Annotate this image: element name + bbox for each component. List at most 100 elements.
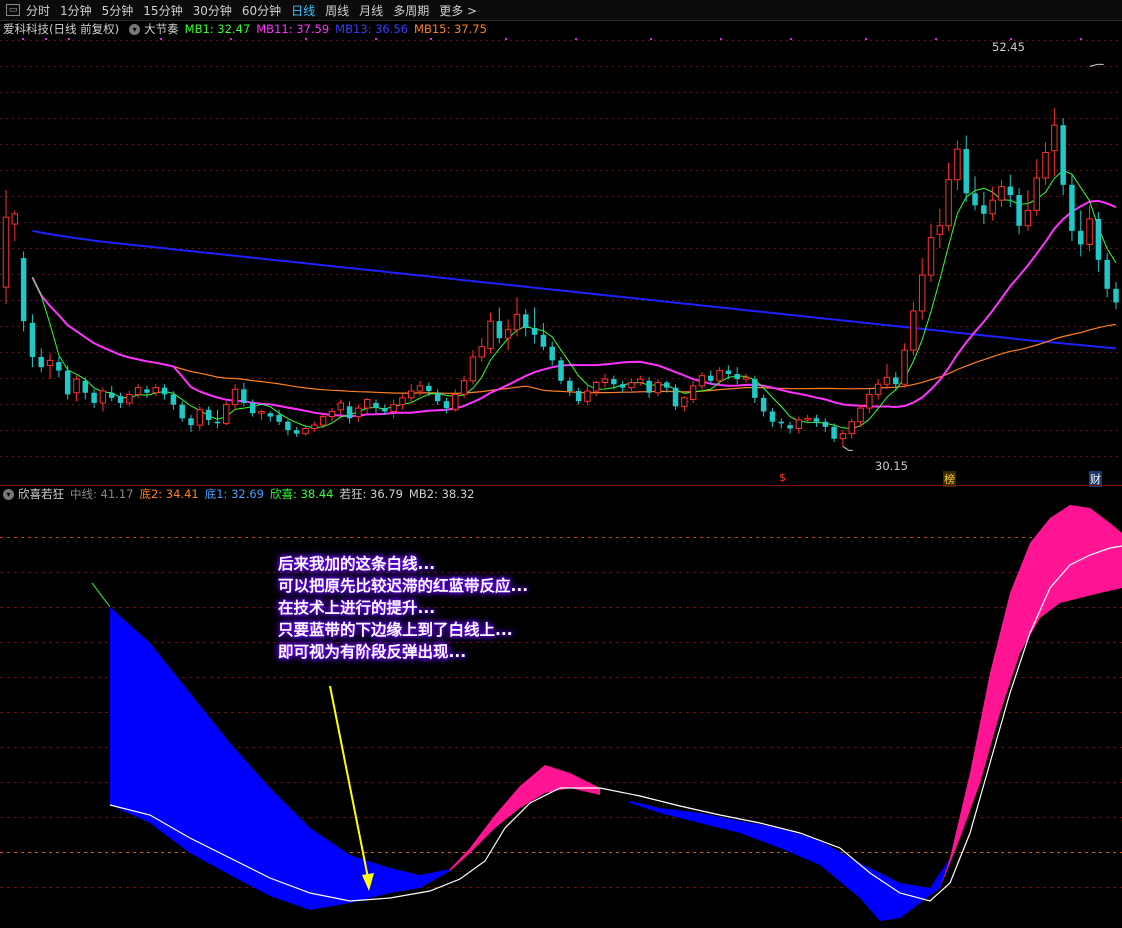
top-marker (230, 38, 232, 40)
candle-body (249, 402, 256, 414)
candle-body (601, 378, 609, 384)
top-marker (720, 38, 722, 40)
candle-body (1016, 195, 1022, 226)
top-marker (1080, 38, 1082, 40)
candle-body (1024, 209, 1032, 227)
candle-body (496, 321, 503, 339)
stock-name[interactable]: 爱科科技(日线 前复权) (3, 21, 119, 37)
chevron-down-icon[interactable]: ▾ (3, 488, 14, 500)
top-marker (575, 38, 577, 40)
top-marker (375, 38, 377, 40)
candle-body (795, 419, 803, 430)
tab-60min[interactable]: 60分钟 (242, 2, 281, 19)
tab-fenshi[interactable]: 分时 (26, 2, 50, 19)
candle-body (1113, 288, 1119, 303)
legend-mb13: MB13: 36.56 (335, 22, 409, 36)
candle-body (1104, 259, 1110, 289)
candle-body (223, 404, 230, 424)
sub-legend: ▾ 欣喜若狂 中线: 41.17 底2: 34.41 底1: 32.69 欣喜:… (0, 486, 481, 502)
candle-body (752, 379, 758, 398)
candle-body (38, 356, 44, 368)
band-indicator-chart[interactable] (0, 503, 1122, 928)
window-icon[interactable]: ▭ (6, 4, 20, 16)
candle-body (910, 310, 917, 351)
candle-body (513, 313, 521, 331)
candle-body (1069, 184, 1075, 231)
period-toolbar: ▭ 分时 1分钟 5分钟 15分钟 30分钟 60分钟 日线 周线 月线 多周期… (0, 0, 1122, 21)
band-blue-2 (630, 801, 950, 921)
candle-body (1086, 218, 1093, 245)
candle-body (927, 237, 935, 276)
candle-body (56, 362, 62, 371)
tab-weekly[interactable]: 周线 (325, 2, 349, 19)
candle-body (708, 375, 714, 381)
candle-body (64, 370, 71, 395)
candle-body (328, 410, 336, 418)
tab-more[interactable]: 更多 > (439, 2, 477, 19)
candle-body (936, 225, 944, 235)
tab-15min[interactable]: 15分钟 (143, 2, 182, 19)
candle-body (839, 433, 847, 440)
candle-body (848, 421, 855, 435)
candle-body (558, 360, 564, 381)
candle-body (813, 418, 820, 422)
top-marker (68, 38, 70, 40)
tab-1min[interactable]: 1分钟 (60, 2, 92, 19)
candle-body (689, 385, 697, 401)
tab-daily[interactable]: 日线 (291, 2, 315, 19)
candlestick-chart[interactable] (0, 36, 1122, 484)
chevron-down-icon[interactable]: ▾ (129, 23, 141, 35)
candle-body (831, 426, 837, 439)
candle-body (725, 370, 732, 374)
candle-body (231, 388, 239, 406)
tab-multi-period[interactable]: 多周期 (393, 2, 429, 19)
candle-body (646, 380, 652, 393)
candle-body (523, 314, 529, 328)
candle-body (1095, 218, 1102, 260)
candle-body (346, 406, 353, 419)
candle-body (787, 425, 793, 429)
sub-indicator-name[interactable]: 欣喜若狂 (18, 486, 64, 502)
legend-mb11: MB11: 37.59 (256, 22, 330, 36)
candle-body (179, 404, 185, 419)
candle-body (29, 322, 36, 357)
candle-body (989, 199, 996, 215)
candle-body (134, 387, 142, 395)
legend-xinxi: 欣喜: 38.44 (270, 487, 334, 501)
candle-body (373, 402, 379, 409)
candle-body (954, 148, 961, 181)
candle-body (1078, 230, 1084, 245)
candle-body (611, 379, 617, 385)
top-marker (790, 38, 792, 40)
legend-di1: 底1: 32.69 (204, 487, 265, 501)
candle-body (531, 327, 538, 335)
candle-body (241, 389, 247, 403)
top-marker (160, 38, 162, 40)
candle-body (20, 258, 27, 322)
tab-monthly[interactable]: 月线 (359, 2, 383, 19)
band-pink-2 (940, 505, 1122, 888)
candle-body (584, 390, 591, 402)
top-marker (45, 38, 47, 40)
annotation-text: 后来我加的这条白线... 可以把原先比较迟滞的红蓝带反应... 在技术上进行的提… (278, 553, 528, 663)
event-marker-s[interactable]: $ (779, 471, 786, 484)
candle-body (188, 418, 194, 426)
top-marker (505, 38, 507, 40)
main-indicator-name[interactable]: 大节奏 (144, 21, 179, 37)
legend-mid: 中线: 41.17 (70, 487, 134, 501)
candle-body (205, 409, 212, 420)
tab-30min[interactable]: 30分钟 (193, 2, 232, 19)
candle-body (487, 320, 494, 349)
candle-body (214, 421, 221, 424)
candle-body (901, 349, 908, 385)
candle-body (619, 384, 626, 388)
series-line-mb11 (31, 199, 1117, 418)
candle-body (1060, 125, 1066, 185)
candle-body (152, 387, 159, 394)
tab-5min[interactable]: 5分钟 (102, 2, 134, 19)
candle-body (337, 402, 344, 411)
candle-body (1007, 186, 1014, 196)
candle-body (460, 380, 468, 395)
top-marker (22, 38, 24, 40)
candle-body (161, 387, 168, 395)
